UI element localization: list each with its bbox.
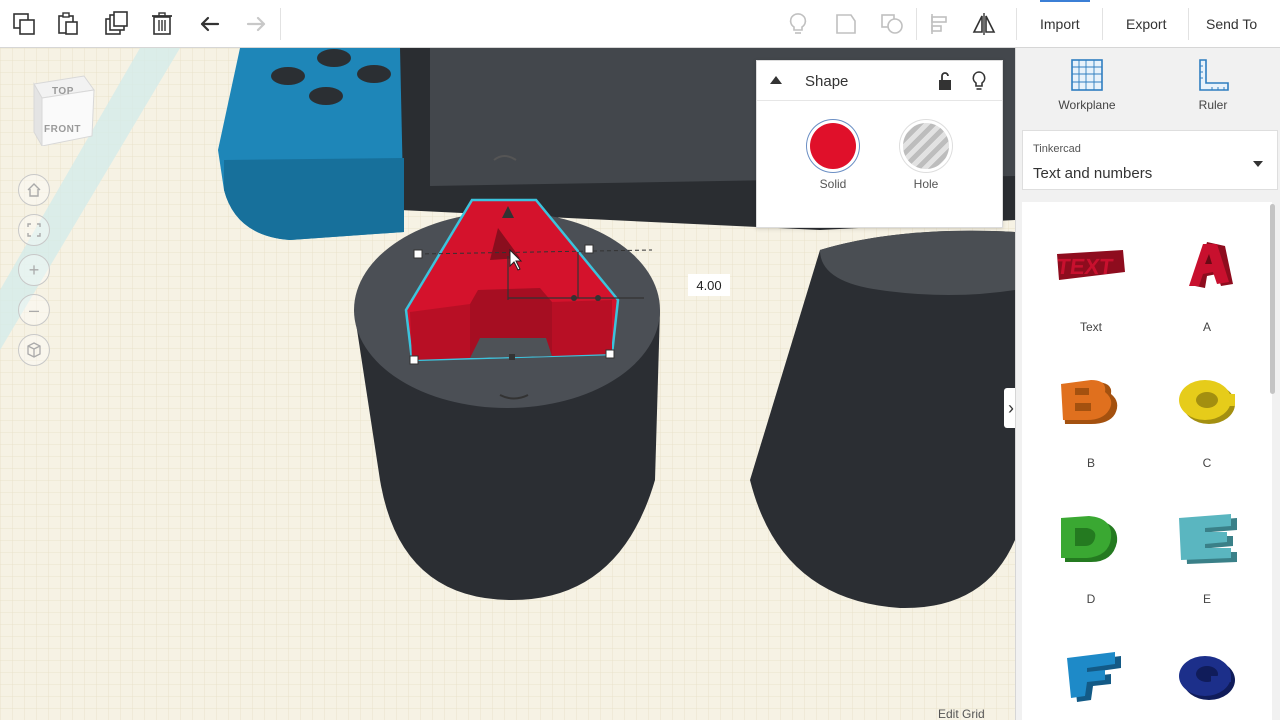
shape-tile-g[interactable] <box>1152 634 1262 720</box>
send-to-button[interactable]: Send To <box>1194 8 1270 40</box>
view-cube-front-label: FRONT <box>44 124 81 135</box>
plus-icon: + <box>28 259 40 280</box>
minus-icon: – <box>28 299 39 320</box>
group-icon[interactable] <box>826 4 866 44</box>
inspector-title: Shape <box>805 73 849 90</box>
letter-b-icon <box>1061 380 1118 424</box>
zoom-out-button[interactable]: – <box>18 294 50 326</box>
duplicate-icon[interactable] <box>96 4 136 44</box>
chevron-right-icon: › <box>1008 397 1014 418</box>
workplane-label: Workplane <box>1058 98 1116 112</box>
ruler-label: Ruler <box>1198 98 1228 112</box>
zoom-in-button[interactable]: + <box>18 254 50 286</box>
paste-icon[interactable] <box>48 4 88 44</box>
workplane-tool[interactable]: Workplane <box>1042 58 1132 112</box>
lock-icon[interactable] <box>937 71 953 91</box>
shape-label: C <box>1202 456 1212 470</box>
mirror-icon[interactable] <box>964 4 1004 44</box>
shape-tile-text[interactable]: TEXT Text <box>1036 226 1146 346</box>
fit-view-button[interactable] <box>18 214 50 246</box>
shape-label: E <box>1202 592 1211 606</box>
panel-tools: Workplane Ruler <box>1016 48 1280 124</box>
ruler-icon <box>1199 59 1229 91</box>
shape-tile-a[interactable]: A <box>1152 226 1262 346</box>
shape-label: Text <box>1079 320 1102 334</box>
cube-icon <box>27 342 41 358</box>
ruler-tool[interactable]: Ruler <box>1168 58 1258 112</box>
export-button[interactable]: Export <box>1114 8 1179 40</box>
shape-tile-b[interactable]: B <box>1036 362 1146 482</box>
ungroup-icon[interactable] <box>872 4 912 44</box>
shape-tile-c[interactable]: C <box>1152 362 1262 482</box>
solid-color-swatch[interactable] <box>810 123 856 169</box>
perspective-button[interactable] <box>18 334 50 366</box>
active-tab-indicator <box>1040 0 1090 2</box>
shape-label: D <box>1086 592 1096 606</box>
view-cube[interactable]: TOP FRONT <box>30 72 96 148</box>
lightbulb-icon[interactable] <box>778 4 818 44</box>
shape-tile-d[interactable]: D <box>1036 498 1146 618</box>
shape-label: A <box>1202 320 1211 334</box>
home-icon <box>27 183 41 197</box>
shapes-panel: Workplane Ruler Tinkercad Text and numbe… <box>1015 48 1280 720</box>
text-shape-icon: TEXT <box>1055 250 1125 280</box>
visibility-bulb-icon[interactable] <box>971 70 987 92</box>
letter-g-icon <box>1179 656 1235 700</box>
letter-c-icon <box>1179 380 1235 424</box>
letter-a-icon <box>1189 242 1233 288</box>
panel-scrollbar[interactable] <box>1270 204 1275 394</box>
shape-tile-f[interactable] <box>1036 634 1146 720</box>
dimension-value-label[interactable]: 4.00 <box>688 274 730 296</box>
inspector-header: Shape <box>757 61 1002 101</box>
home-view-button[interactable] <box>18 174 50 206</box>
delete-icon[interactable] <box>142 4 182 44</box>
workplane-icon <box>1071 59 1103 91</box>
hole-option[interactable]: Hole <box>896 123 956 191</box>
view-cube-top-label: TOP <box>52 86 74 97</box>
shape-tile-e[interactable]: E <box>1152 498 1262 618</box>
shape-label: B <box>1086 456 1095 470</box>
letter-d-icon <box>1061 516 1118 562</box>
library-name: Text and numbers <box>1033 165 1153 182</box>
align-icon[interactable] <box>920 4 960 44</box>
library-source: Tinkercad <box>1033 143 1081 155</box>
copy-icon[interactable] <box>4 4 44 44</box>
hole-swatch[interactable] <box>903 123 949 169</box>
shape-inspector: Shape Solid Hole <box>756 60 1003 228</box>
letter-f-icon <box>1067 652 1121 702</box>
shape-library-select[interactable]: Tinkercad Text and numbers <box>1022 130 1278 190</box>
collapse-arrow-icon[interactable] <box>769 75 783 85</box>
import-button[interactable]: Import <box>1028 8 1092 40</box>
letter-e-icon <box>1179 514 1237 564</box>
solid-option[interactable]: Solid <box>803 123 863 191</box>
solid-label: Solid <box>819 177 847 191</box>
shape-grid: TEXT Text A B C D E <box>1022 202 1272 720</box>
fit-icon <box>27 223 41 237</box>
chevron-down-icon <box>1253 161 1263 167</box>
svg-text:TEXT: TEXT <box>1055 254 1115 279</box>
redo-icon[interactable] <box>236 4 276 44</box>
edit-grid-link[interactable]: Edit Grid <box>938 707 985 720</box>
undo-icon[interactable] <box>190 4 230 44</box>
hole-label: Hole <box>913 177 939 191</box>
top-toolbar: Import Export Send To <box>0 0 1280 48</box>
